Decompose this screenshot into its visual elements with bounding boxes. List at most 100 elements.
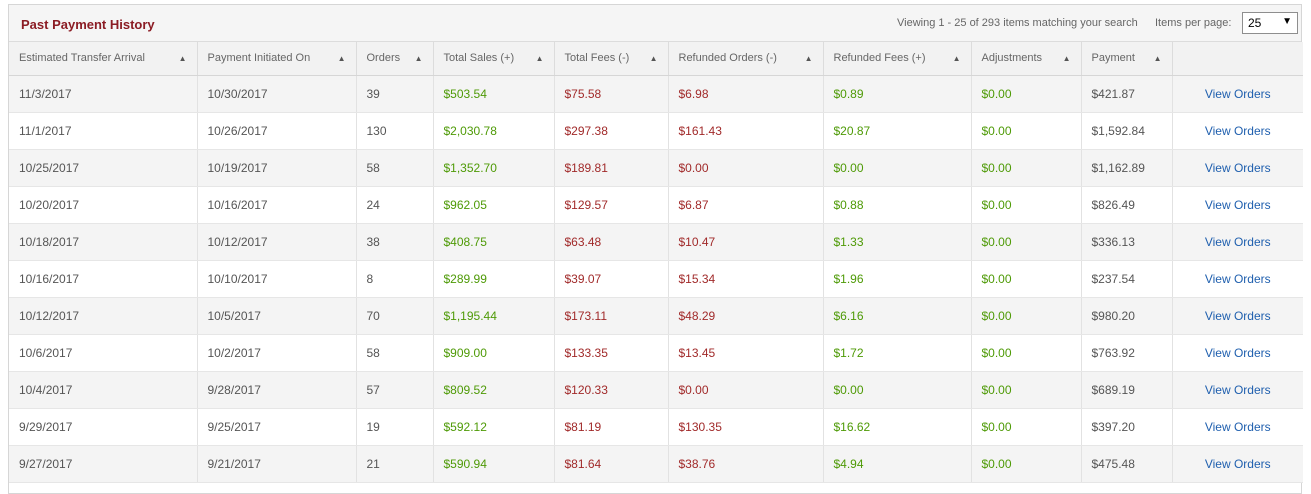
column-header-total-fees[interactable]: Total Fees (-) ▲ [554,42,669,76]
payment-cell: $980.20 [1081,297,1173,335]
column-header-payment-initiated-on[interactable]: Payment Initiated On ▲ [197,42,357,76]
refunded-fees-cell: $1.96 [823,260,972,298]
adjustments-cell: $0.00 [971,260,1082,298]
payment-cell: $1,162.89 [1081,149,1173,187]
table-row: 11/3/2017 10/30/2017 39 $503.54 $75.58 $6.98 $… [9,75,1303,113]
column-header-refunded-fees[interactable]: Refunded Fees (+) ▲ [823,42,972,76]
orders-cell: 58 [356,334,434,372]
view-orders-link[interactable]: View Orders [1205,87,1271,101]
sort-asc-icon: ▲ [952,54,961,63]
action-cell: View Orders [1172,223,1303,261]
column-header-label: Orders [366,52,401,65]
table-body: 11/3/2017 10/30/2017 39 $503.54 $75.58 $6.98 $… [9,75,1303,483]
sort-asc-icon: ▲ [1062,54,1071,63]
sort-asc-icon: ▲ [535,54,544,63]
total-fees-cell: $81.19 [554,408,669,446]
arrival-date-cell: 11/1/2017 [9,112,198,150]
initiated-date-cell: 10/19/2017 [197,149,357,187]
column-header-estimated-transfer-arrival[interactable]: Estimated Transfer Arrival ▲ [9,42,198,76]
column-header-label: Payment [1091,52,1135,65]
action-cell: View Orders [1172,112,1303,150]
payment-table: Estimated Transfer Arrival ▲ Payment Init… [9,42,1303,483]
adjustments-cell: $0.00 [971,371,1082,409]
view-orders-link[interactable]: View Orders [1205,198,1271,212]
view-orders-link[interactable]: View Orders [1205,420,1271,434]
refunded-orders-cell: $161.43 [668,112,824,150]
items-per-page-value: 25 [1248,16,1262,30]
adjustments-cell: $0.00 [971,186,1082,224]
total-sales-cell: $2,030.78 [433,112,555,150]
view-orders-link[interactable]: View Orders [1205,161,1271,175]
total-sales-cell: $809.52 [433,371,555,409]
table-header-row: Estimated Transfer Arrival ▲ Payment Init… [9,42,1303,76]
refunded-fees-cell: $0.00 [823,149,972,187]
panel-header: Past Payment History Viewing 1 - 25 of 2… [9,5,1301,42]
table-row: 10/12/2017 10/5/2017 70 $1,195.44 $173.11 $48… [9,297,1303,335]
adjustments-cell: $0.00 [971,112,1082,150]
refunded-orders-cell: $130.35 [668,408,824,446]
payment-history-panel: Past Payment History Viewing 1 - 25 of 2… [8,4,1303,494]
payment-cell: $689.19 [1081,371,1173,409]
total-fees-cell: $129.57 [554,186,669,224]
view-orders-link[interactable]: View Orders [1205,309,1271,323]
refunded-fees-cell: $0.89 [823,75,972,113]
page-title: Past Payment History [21,17,155,32]
sort-asc-icon: ▲ [337,54,346,63]
table-row: 11/1/2017 10/26/2017 130 $2,030.78 $297.38 $1… [9,112,1303,150]
view-orders-link[interactable]: View Orders [1205,383,1271,397]
refunded-fees-cell: $6.16 [823,297,972,335]
total-fees-cell: $189.81 [554,149,669,187]
column-header-refunded-orders[interactable]: Refunded Orders (-) ▲ [668,42,824,76]
view-orders-link[interactable]: View Orders [1205,272,1271,286]
arrival-date-cell: 9/29/2017 [9,408,198,446]
column-header-orders[interactable]: Orders ▲ [356,42,434,76]
view-orders-link[interactable]: View Orders [1205,235,1271,249]
adjustments-cell: $0.00 [971,408,1082,446]
adjustments-cell: $0.00 [971,75,1082,113]
total-sales-cell: $1,195.44 [433,297,555,335]
column-header-label: Total Fees (-) [564,52,630,65]
column-header-adjustments[interactable]: Adjustments ▲ [971,42,1082,76]
pagination-summary: Viewing 1 - 25 of 293 items matching you… [897,17,1138,29]
table-row: 10/20/2017 10/16/2017 24 $962.05 $129.57 $6.8… [9,186,1303,224]
table-row: 10/4/2017 9/28/2017 57 $809.52 $120.33 $0.00 $… [9,371,1303,409]
initiated-date-cell: 10/12/2017 [197,223,357,261]
column-header-label: Adjustments [981,52,1043,65]
orders-cell: 57 [356,371,434,409]
orders-cell: 58 [356,149,434,187]
initiated-date-cell: 9/25/2017 [197,408,357,446]
table-row: 9/27/2017 9/21/2017 21 $590.94 $81.64 $38.76 $… [9,445,1303,483]
refunded-fees-cell: $16.62 [823,408,972,446]
total-sales-cell: $590.94 [433,445,555,483]
payment-cell: $475.48 [1081,445,1173,483]
view-orders-link[interactable]: View Orders [1205,124,1271,138]
column-header-total-sales[interactable]: Total Sales (+) ▲ [433,42,555,76]
items-per-page-select[interactable]: 25 ▼ [1242,12,1298,34]
payment-cell: $826.49 [1081,186,1173,224]
column-header-label: Payment Initiated On [207,52,311,65]
column-header-label: Estimated Transfer Arrival [19,52,145,65]
payment-cell: $336.13 [1081,223,1173,261]
sort-asc-icon: ▲ [804,54,813,63]
table-row: 10/18/2017 10/12/2017 38 $408.75 $63.48 $10.4… [9,223,1303,261]
refunded-fees-cell: $1.33 [823,223,972,261]
view-orders-link[interactable]: View Orders [1205,346,1271,360]
total-fees-cell: $133.35 [554,334,669,372]
chevron-down-icon: ▼ [1282,16,1292,27]
table-row: 10/6/2017 10/2/2017 58 $909.00 $133.35 $13.45… [9,334,1303,372]
payment-cell: $397.20 [1081,408,1173,446]
refunded-orders-cell: $6.87 [668,186,824,224]
orders-cell: 24 [356,186,434,224]
refunded-fees-cell: $0.88 [823,186,972,224]
orders-cell: 130 [356,112,434,150]
adjustments-cell: $0.00 [971,149,1082,187]
sort-asc-icon: ▲ [178,54,187,63]
view-orders-link[interactable]: View Orders [1205,457,1271,471]
refunded-orders-cell: $15.34 [668,260,824,298]
arrival-date-cell: 10/16/2017 [9,260,198,298]
column-header-payment[interactable]: Payment ▲ [1081,42,1173,76]
total-fees-cell: $173.11 [554,297,669,335]
initiated-date-cell: 10/10/2017 [197,260,357,298]
total-fees-cell: $297.38 [554,112,669,150]
initiated-date-cell: 10/16/2017 [197,186,357,224]
